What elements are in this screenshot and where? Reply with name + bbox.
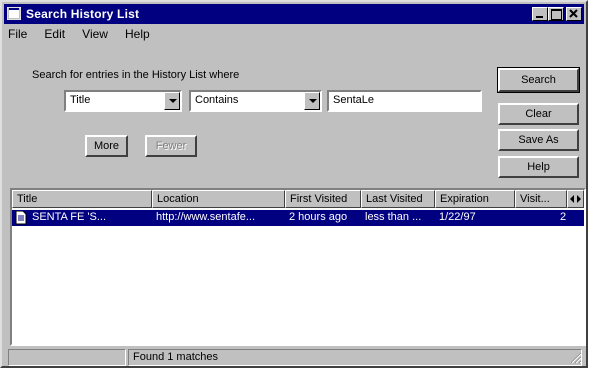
menu-edit[interactable]: Edit	[44, 27, 65, 41]
more-button[interactable]: More	[85, 135, 128, 157]
menu-view[interactable]: View	[82, 27, 108, 41]
maximize-icon	[551, 9, 562, 20]
condition-select-value: Contains	[195, 94, 239, 106]
save-as-button[interactable]: Save As	[498, 129, 579, 151]
menu-file[interactable]: File	[8, 27, 27, 41]
cell-title: SENTA FE 'S...	[32, 211, 107, 223]
column-header-title[interactable]: Title	[12, 190, 152, 208]
chevron-left-right-icon	[570, 195, 581, 203]
field-select-value: Title	[70, 94, 91, 106]
document-icon	[15, 211, 27, 225]
column-header-first-visited[interactable]: First Visited	[285, 190, 361, 208]
search-criteria-label: Search for entries in the History List w…	[32, 69, 240, 81]
app-icon	[7, 7, 21, 20]
column-header-expiration[interactable]: Expiration	[435, 190, 515, 208]
title-bar[interactable]: Search History List	[4, 4, 584, 24]
status-bar: Found 1 matches	[8, 349, 584, 366]
close-button[interactable]	[566, 7, 582, 21]
status-pane-empty	[8, 349, 126, 366]
help-button[interactable]: Help	[498, 156, 579, 178]
cell-first-visited: 2 hours ago	[289, 211, 348, 223]
resize-grip-icon[interactable]	[570, 352, 582, 364]
fewer-button: Fewer	[145, 135, 197, 157]
field-select[interactable]: Title	[64, 90, 182, 112]
close-icon	[569, 9, 578, 18]
cell-last-visited: less than ...	[365, 211, 422, 223]
column-header-location[interactable]: Location	[152, 190, 285, 208]
column-header-visits[interactable]: Visit...	[515, 190, 567, 208]
search-value-input[interactable]: SentaLe	[327, 90, 482, 112]
maximize-button[interactable]	[548, 7, 564, 21]
column-header-last-visited[interactable]: Last Visited	[361, 190, 435, 208]
minimize-icon	[536, 16, 543, 18]
condition-select[interactable]: Contains	[189, 90, 322, 112]
cell-location: http://www.sentafe...	[156, 211, 256, 223]
search-button[interactable]: Search	[497, 67, 580, 93]
cell-expiration: 1/22/97	[439, 211, 476, 223]
search-value-text: SentaLe	[333, 94, 374, 106]
minimize-button[interactable]	[532, 7, 548, 21]
results-table: Title Location First Visited Last Visite…	[10, 188, 586, 346]
cell-visits: 2	[560, 211, 567, 223]
clear-button[interactable]: Clear	[498, 103, 579, 125]
status-text: Found 1 matches	[128, 349, 582, 366]
chevron-down-icon[interactable]	[164, 92, 180, 110]
menu-help[interactable]: Help	[125, 27, 150, 41]
chevron-down-icon[interactable]	[304, 92, 320, 110]
table-row[interactable]: SENTA FE 'S... http://www.sentafe... 2 h…	[12, 210, 584, 226]
column-scroll-buttons[interactable]	[567, 190, 584, 208]
search-history-window: Search History List File Edit View Help …	[0, 0, 588, 368]
menu-bar: File Edit View Help	[8, 27, 164, 45]
window-title: Search History List	[26, 7, 140, 21]
